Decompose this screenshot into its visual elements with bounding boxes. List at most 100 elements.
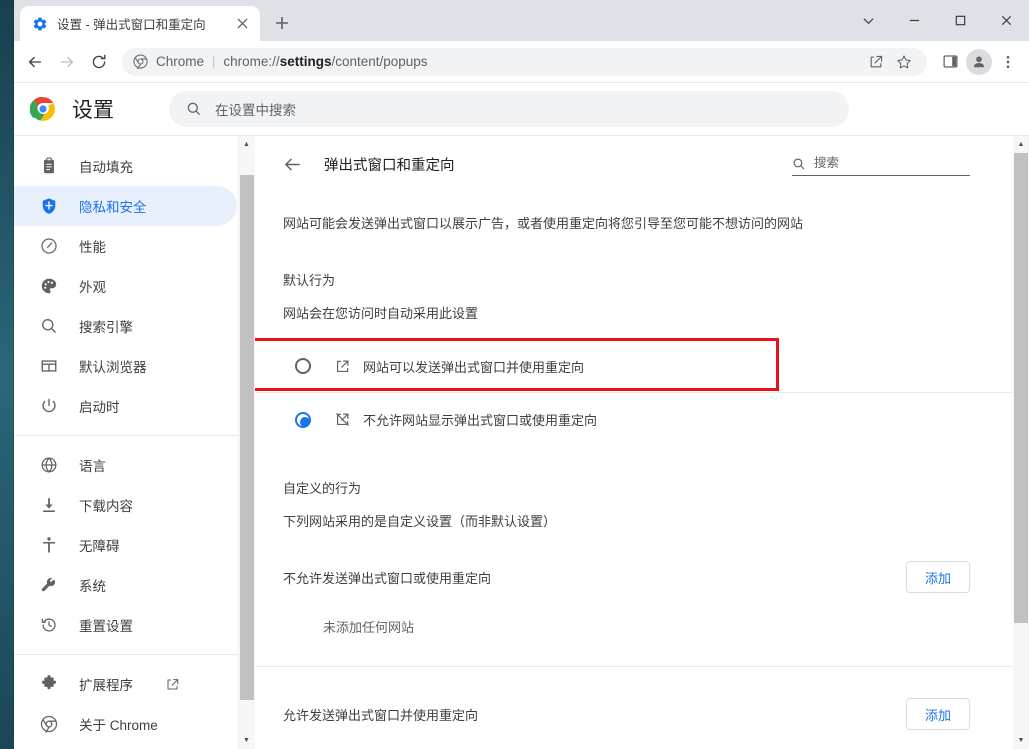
minimize-button[interactable]: [891, 0, 937, 41]
sidebar-item-default-browser[interactable]: 默认浏览器: [14, 346, 237, 386]
radio-option-allow-popups[interactable]: 网站可以发送弹出式窗口并使用重定向: [255, 340, 1013, 393]
radio-button-selected[interactable]: [295, 411, 311, 428]
blocked-sites-row: 不允许发送弹出式窗口或使用重定向 添加: [283, 561, 985, 593]
subpage-title: 弹出式窗口和重定向: [324, 157, 455, 174]
sidebar-item-privacy-and-security[interactable]: 隐私和安全: [14, 186, 237, 226]
sidebar-item-about-chrome[interactable]: 关于 Chrome: [14, 704, 237, 744]
page-title: 设置: [72, 99, 114, 122]
tab-search-chevron-icon[interactable]: [845, 0, 891, 41]
sidebar-item-label: 性能: [79, 240, 106, 255]
profile-avatar[interactable]: [966, 48, 992, 75]
sidebar-scroll-thumb[interactable]: [239, 175, 254, 700]
url-suffix: /content/popups: [331, 54, 428, 69]
sidebar-scroll-track[interactable]: [238, 153, 255, 732]
sidebar-item-label: 外观: [79, 280, 106, 295]
tab-close-icon[interactable]: [232, 14, 252, 34]
sidebar-scrollbar[interactable]: ▲ ▼: [238, 136, 255, 749]
three-dot-menu-icon[interactable]: [993, 47, 1023, 77]
sidebar-divider-2: [14, 654, 254, 655]
custom-behavior-divider: [255, 666, 1013, 667]
download-icon: [39, 495, 59, 515]
search-icon: [39, 316, 59, 336]
star-icon[interactable]: [891, 49, 917, 75]
settings-search-input[interactable]: 在设置中搜索: [169, 91, 849, 127]
browser-window-icon: [39, 356, 59, 376]
speedometer-icon: [39, 236, 59, 256]
reload-button[interactable]: [84, 47, 114, 77]
radio-option-label: 不允许网站显示弹出式窗口或使用重定向: [363, 413, 598, 428]
puzzle-icon: [39, 674, 59, 694]
custom-behavior-subtext: 下列网站采用的是自定义设置（而非默认设置）: [283, 514, 557, 529]
back-button[interactable]: [20, 47, 50, 77]
main-scroll-up-arrow[interactable]: ▲: [1013, 136, 1029, 153]
sidebar-item-performance[interactable]: 性能: [14, 226, 237, 266]
sidebar-divider-1: [14, 435, 254, 436]
sidebar-item-label: 无障碍: [79, 539, 120, 554]
sidebar-item-on-startup[interactable]: 启动时: [14, 386, 237, 426]
wrench-icon: [39, 575, 59, 595]
browser-window: 设置 - 弹出式窗口和重定向 Chrome | chrome://setting…: [14, 0, 1029, 749]
subpage-search-placeholder: 搜索: [814, 156, 840, 170]
sidebar-item-downloads[interactable]: 下载内容: [14, 485, 237, 525]
radio-option-label: 网站可以发送弹出式窗口并使用重定向: [363, 359, 585, 375]
window-controls: [845, 0, 1029, 41]
open-in-new-icon[interactable]: [165, 677, 180, 692]
clipboard-icon: [39, 156, 59, 176]
default-behavior-heading: 默认行为: [283, 273, 336, 288]
desktop-label-2: e: [0, 78, 5, 88]
tab-strip: 设置 - 弹出式窗口和重定向: [14, 0, 1029, 41]
main-scroll-down-arrow[interactable]: ▼: [1013, 732, 1029, 749]
main-scroll-thumb[interactable]: [1014, 153, 1028, 623]
sidebar-item-languages[interactable]: 语言: [14, 445, 237, 485]
sidebar-item-label: 默认浏览器: [79, 360, 147, 375]
url-prefix: chrome://: [223, 54, 280, 69]
sidebar-item-search-engine[interactable]: 搜索引擎: [14, 306, 237, 346]
omnibox-scheme-label: Chrome: [156, 54, 205, 69]
page-description: 网站可能会发送弹出式窗口以展示广告，或者使用重定向将您引导至您可能不想访问的网站: [283, 216, 804, 231]
chrome-logo: [29, 96, 56, 122]
back-arrow-icon[interactable]: [283, 155, 302, 174]
browser-tab[interactable]: 设置 - 弹出式窗口和重定向: [20, 6, 260, 41]
share-icon[interactable]: [863, 49, 889, 75]
close-button[interactable]: [983, 0, 1029, 41]
add-allowed-site-button[interactable]: 添加: [906, 698, 970, 730]
new-tab-button[interactable]: [268, 9, 296, 37]
chrome-circle-icon: [39, 714, 59, 734]
sidebar-item-label: 系统: [79, 579, 106, 594]
url-bold: settings: [279, 54, 332, 69]
subpage-header: 弹出式窗口和重定向 搜索: [255, 136, 1013, 192]
subpage-search-input[interactable]: 搜索: [792, 152, 970, 176]
omnibox-url: chrome://settings/content/popups: [223, 54, 427, 69]
maximize-button[interactable]: [937, 0, 983, 41]
sidebar-scroll-up-arrow[interactable]: ▲: [238, 136, 255, 153]
sidebar-item-label: 扩展程序: [79, 678, 133, 693]
sidebar-item-appearance[interactable]: 外观: [14, 266, 237, 306]
settings-sidebar: 自动填充 隐私和安全 性能 外观 搜索引擎 默认浏览器 启动时 语言 下载内容 …: [14, 136, 255, 749]
power-icon: [39, 396, 59, 416]
add-blocked-site-button[interactable]: 添加: [906, 561, 970, 593]
settings-main-content: 弹出式窗口和重定向 搜索 网站可能会发送弹出式窗口以展示广告，或者使用重定向将您…: [255, 136, 1029, 749]
sidebar-item-reset-settings[interactable]: 重置设置: [14, 605, 237, 645]
radio-option-block-popups[interactable]: 不允许网站显示弹出式窗口或使用重定向: [255, 393, 1013, 446]
globe-icon: [39, 455, 59, 475]
settings-body: 自动填充 隐私和安全 性能 外观 搜索引擎 默认浏览器 启动时 语言 下载内容 …: [14, 135, 1029, 749]
sidebar-scroll-container: 自动填充 隐私和安全 性能 外观 搜索引擎 默认浏览器 启动时 语言 下载内容 …: [14, 136, 254, 749]
main-scroll-track[interactable]: [1013, 153, 1029, 732]
history-restore-icon: [39, 615, 59, 635]
browser-toolbar: Chrome | chrome://settings/content/popup…: [14, 41, 1029, 83]
side-panel-icon[interactable]: [935, 47, 965, 77]
sidebar-item-autofill[interactable]: 自动填充: [14, 146, 237, 186]
sidebar-item-extensions[interactable]: 扩展程序: [14, 664, 237, 704]
allowed-sites-empty-text: 未添加任何网站: [255, 730, 1013, 749]
toolbar-right-group: [935, 47, 1023, 77]
forward-button[interactable]: [52, 47, 82, 77]
desktop-label-1: e: [0, 62, 5, 72]
address-bar[interactable]: Chrome | chrome://settings/content/popup…: [122, 47, 927, 76]
sidebar-item-accessibility[interactable]: 无障碍: [14, 525, 237, 565]
radio-button-unselected[interactable]: [295, 358, 311, 374]
sidebar-item-label: 语言: [79, 459, 106, 474]
sidebar-item-system[interactable]: 系统: [14, 565, 237, 605]
sidebar-scroll-down-arrow[interactable]: ▼: [238, 732, 255, 749]
main-scrollbar[interactable]: ▲ ▼: [1013, 136, 1029, 749]
search-icon: [792, 157, 806, 171]
